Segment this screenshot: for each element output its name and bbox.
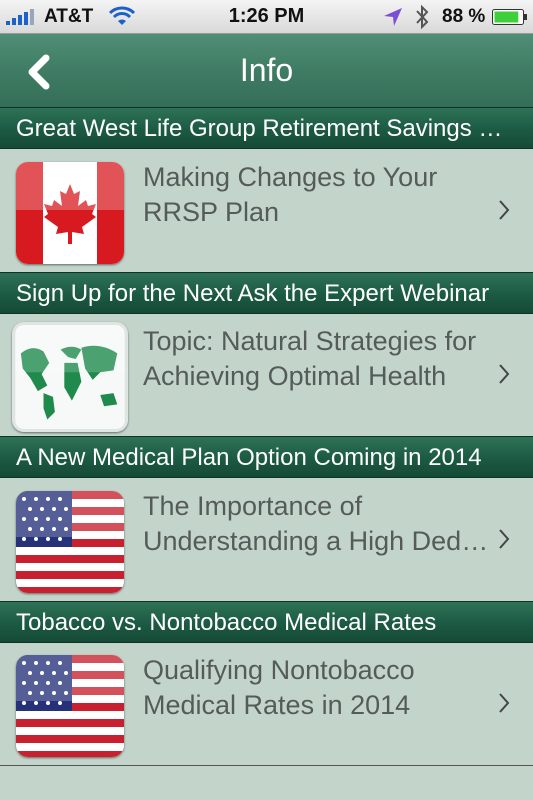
item-title: Making Changes to Your RRSP Plan [143, 160, 495, 230]
item-title: Topic: Natural Strategies for Achieving … [143, 324, 495, 394]
item-title-line2: RRSP Plan [143, 197, 280, 227]
item-title-line2: Medical Rates in 2014 [143, 690, 411, 720]
battery-percent: 88 % [442, 6, 486, 27]
section-header: Sign Up for the Next Ask the Expert Webi… [0, 272, 533, 314]
battery-icon [492, 9, 527, 25]
location-arrow-icon [384, 8, 402, 26]
item-title-line2: Understanding a High Deductible [143, 526, 495, 556]
chevron-right-icon [499, 529, 510, 549]
status-bar: AT&T 1:26 PM 88 % [0, 0, 533, 34]
list-item[interactable]: Qualifying Nontobacco Medical Rates in 2… [0, 643, 533, 766]
chevron-right-icon [499, 364, 510, 384]
item-title-line1: Topic: Natural Strategies for [143, 326, 477, 356]
us-flag-icon [16, 491, 124, 593]
us-flag-icon [16, 655, 124, 757]
bluetooth-icon [416, 4, 429, 30]
navigation-bar: Info [0, 34, 533, 107]
section-header: A New Medical Plan Option Coming in 2014 [0, 436, 533, 478]
list-item[interactable]: Making Changes to Your RRSP Plan [0, 150, 533, 273]
world-map-icon [12, 322, 128, 432]
section-header: Tobacco vs. Nontobacco Medical Rates [0, 601, 533, 643]
item-title: The Importance of Understanding a High D… [143, 489, 495, 559]
list-end-divider [0, 765, 533, 766]
section-header: Great West Life Group Retirement Savings… [0, 107, 533, 149]
list-item[interactable]: The Importance of Understanding a High D… [0, 479, 533, 602]
canada-flag-icon [16, 162, 124, 264]
item-title-line1: Making Changes to Your [143, 162, 438, 192]
item-title-line2: Achieving Optimal Health [143, 361, 447, 391]
item-title-line1: The Importance of [143, 491, 363, 521]
item-title-line1: Qualifying Nontobacco [143, 655, 415, 685]
chevron-right-icon [499, 693, 510, 713]
page-title: Info [239, 52, 294, 88]
list-item[interactable]: Topic: Natural Strategies for Achieving … [0, 314, 533, 437]
chevron-right-icon [499, 200, 510, 220]
item-title: Qualifying Nontobacco Medical Rates in 2… [143, 653, 495, 723]
